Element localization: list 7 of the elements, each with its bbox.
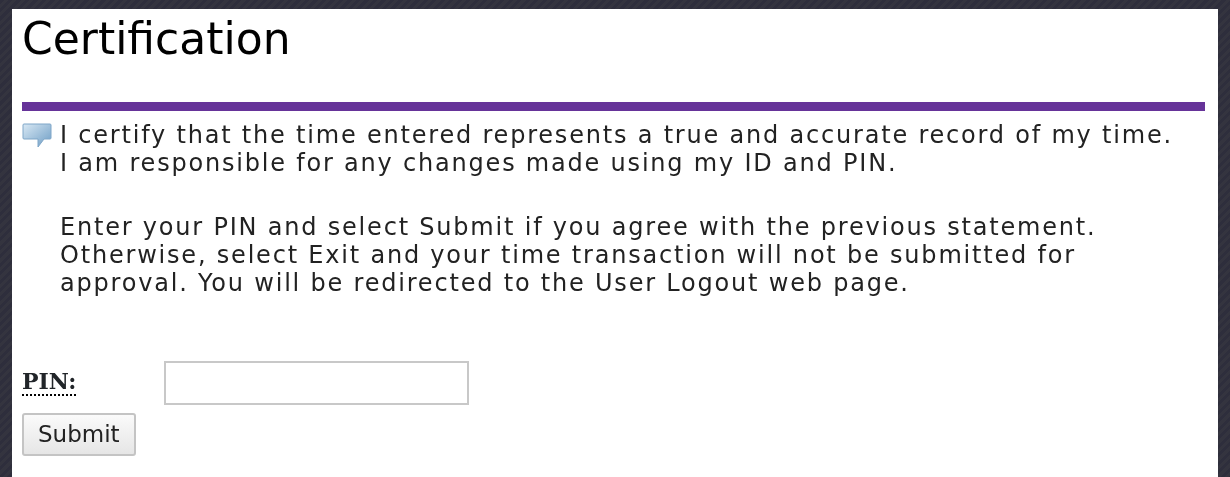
pin-label: PIN: (22, 370, 77, 396)
page-title: Certification (22, 15, 292, 66)
speech-bubble-icon (22, 123, 52, 149)
pin-field[interactable] (164, 361, 470, 405)
certification-statement: I certify that the time entered represents a true and accurate record of my time. I am responsible for any changes made using my ID and PIN. (60, 121, 1173, 177)
submit-button[interactable]: Submit (22, 413, 136, 456)
instructions-paragraph: Enter your PIN and select Submit if you agree with the previous statement. Otherwise, select Exit and your time transaction will not be submitted for approval. You will be redirected to the User Logout web page. (60, 213, 1098, 297)
